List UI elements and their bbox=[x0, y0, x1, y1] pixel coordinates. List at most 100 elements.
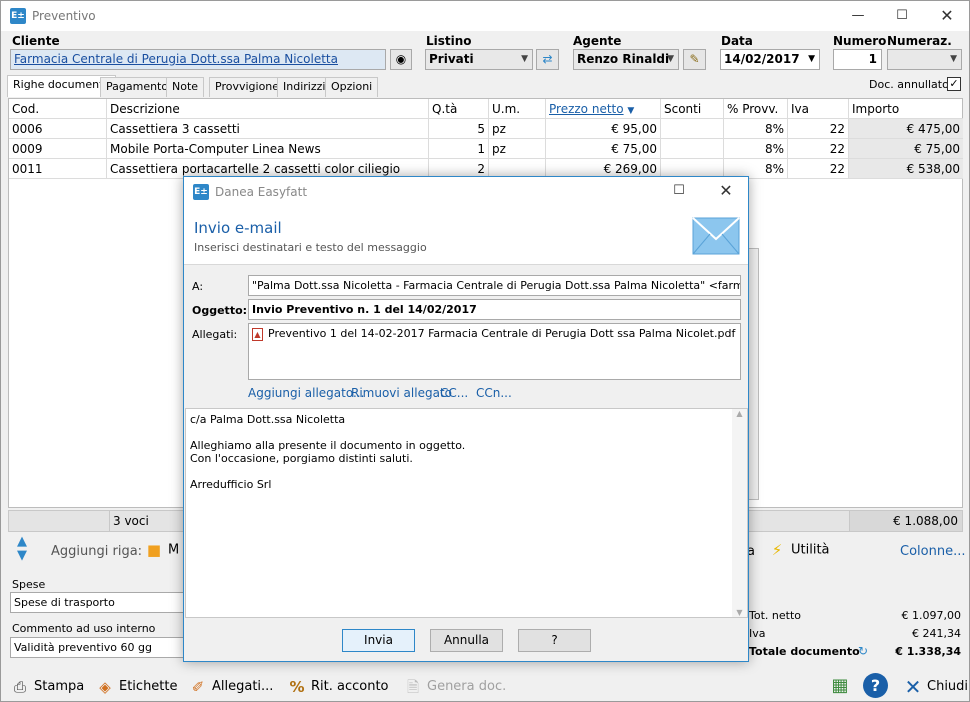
genera-doc-button[interactable]: 🗎 Genera doc. bbox=[403, 674, 506, 700]
col-header-importo[interactable]: Importo bbox=[849, 99, 963, 119]
body-line: Con l'occasione, porgiamo distinti salut… bbox=[190, 452, 413, 465]
data-value: 14/02/2017 bbox=[724, 52, 800, 66]
message-body[interactable]: c/a Palma Dott.ssa Nicoletta Alleghiamo … bbox=[185, 408, 748, 618]
rimuovi-allegato-link[interactable]: Rimuovi allegato bbox=[351, 386, 452, 400]
message-scrollbar[interactable]: ▲ ▼ bbox=[732, 409, 747, 617]
spese-field[interactable]: Spese di trasporto bbox=[10, 592, 190, 613]
cell-qta[interactable]: 1 bbox=[429, 139, 489, 159]
commento-label: Commento ad uso interno bbox=[12, 622, 156, 635]
paperclip-icon: ✐ bbox=[191, 677, 205, 696]
tot-netto-label: Tot. netto bbox=[749, 609, 801, 622]
close-icon[interactable]: ✕ bbox=[711, 180, 741, 202]
sort-down-icon: ▼ bbox=[627, 106, 635, 116]
etichette-button[interactable]: ◈ Etichette bbox=[95, 674, 177, 700]
col-header-provv[interactable]: % Provv. bbox=[724, 99, 788, 119]
stampa-label: Stampa bbox=[34, 679, 85, 694]
envelope-icon bbox=[692, 217, 740, 258]
cell-descrizione[interactable]: Cassettiera 3 cassetti bbox=[107, 119, 429, 139]
listino-select[interactable]: Privati ▼ bbox=[425, 49, 533, 70]
invia-button[interactable]: Invia bbox=[342, 629, 415, 652]
cell-importo: € 475,00 bbox=[849, 119, 963, 139]
rit-acconto-button[interactable]: % Rit. acconto bbox=[287, 674, 388, 700]
cell-prezzo[interactable]: € 95,00 bbox=[546, 119, 661, 139]
agente-select[interactable]: Renzo Rinaldi ▼ bbox=[573, 49, 679, 70]
to-field[interactable]: "Palma Dott.ssa Nicoletta - Farmacia Cen… bbox=[248, 275, 741, 296]
help-button[interactable]: ? bbox=[518, 629, 591, 652]
cell-iva[interactable]: 22 bbox=[788, 119, 849, 139]
cell-sconti[interactable] bbox=[661, 139, 724, 159]
iva-value: € 241,34 bbox=[912, 627, 961, 640]
chevron-down-icon: ▼ bbox=[667, 54, 674, 64]
iva-label: Iva bbox=[749, 627, 766, 640]
col-header-um[interactable]: U.m. bbox=[489, 99, 546, 119]
maximize-icon[interactable]: ☐ bbox=[887, 5, 917, 27]
cell-provv[interactable]: 8% bbox=[724, 139, 788, 159]
help-icon[interactable]: ? bbox=[863, 673, 888, 698]
cell-um[interactable]: pz bbox=[489, 119, 546, 139]
col-header-prezzo-netto[interactable]: Prezzo netto ▼ bbox=[546, 99, 661, 119]
tab-note[interactable]: Note bbox=[166, 77, 205, 97]
cell-iva[interactable]: 22 bbox=[788, 139, 849, 159]
stampa-button[interactable]: ⎙ Stampa bbox=[10, 674, 84, 700]
tab-provvigione[interactable]: Provvigione bbox=[209, 77, 286, 97]
cell-cod[interactable]: 0006 bbox=[9, 119, 107, 139]
body-line bbox=[190, 426, 465, 439]
cell-prezzo[interactable]: € 75,00 bbox=[546, 139, 661, 159]
chiudi-button[interactable]: ✕ Chiudi bbox=[903, 674, 968, 700]
move-rows-icon[interactable]: ▲ ▼ bbox=[13, 535, 31, 567]
cell-cod[interactable]: 0011 bbox=[9, 159, 107, 179]
cell-iva[interactable]: 22 bbox=[788, 159, 849, 179]
add-item-button[interactable]: ■ M bbox=[144, 540, 179, 560]
listino-label: Listino bbox=[426, 34, 472, 48]
cell-descrizione[interactable]: Mobile Porta-Computer Linea News bbox=[107, 139, 429, 159]
col-header-iva[interactable]: Iva bbox=[788, 99, 849, 119]
cell-cod[interactable]: 0009 bbox=[9, 139, 107, 159]
annulla-button[interactable]: Annulla bbox=[430, 629, 503, 652]
binoculars-icon[interactable]: ◉ bbox=[390, 49, 412, 70]
title-bar: E± Preventivo — ☐ ✕ bbox=[1, 1, 969, 31]
listino-value: Privati bbox=[429, 52, 474, 66]
dialog-title-bar: E± Danea Easyfatt ☐ ✕ bbox=[184, 177, 748, 207]
col-header-sconti[interactable]: Sconti bbox=[661, 99, 724, 119]
doc-annullato-checkbox[interactable]: ✓ bbox=[947, 77, 961, 91]
colonne-link[interactable]: Colonne... bbox=[900, 544, 965, 559]
scroll-up-icon[interactable]: ▲ bbox=[732, 409, 747, 418]
oggetto-label: Oggetto: bbox=[192, 304, 248, 317]
cell-qta[interactable]: 5 bbox=[429, 119, 489, 139]
maximize-icon[interactable]: ☐ bbox=[664, 180, 694, 202]
cliente-field[interactable]: Farmacia Centrale di Perugia Dott.ssa Pa… bbox=[10, 49, 386, 70]
numeraz-select[interactable]: ▼ bbox=[887, 49, 962, 70]
cc-link[interactable]: CC... bbox=[440, 386, 468, 400]
col-header-cod[interactable]: Cod. bbox=[9, 99, 107, 119]
close-icon[interactable]: ✕ bbox=[932, 5, 962, 27]
row-count: 3 voci bbox=[109, 511, 189, 531]
aggiungi-allegato-link[interactable]: Aggiungi allegato... bbox=[248, 386, 364, 400]
data-label: Data bbox=[721, 34, 753, 48]
attachments-box[interactable]: ▲ Preventivo 1 del 14-02-2017 Farmacia C… bbox=[248, 323, 741, 380]
ccn-link[interactable]: CCn... bbox=[476, 386, 512, 400]
attachment-item[interactable]: Preventivo 1 del 14-02-2017 Farmacia Cen… bbox=[268, 327, 735, 340]
body-line: Alleghiamo alla presente il documento in… bbox=[190, 439, 466, 452]
tab-pagamento[interactable]: Pagamento bbox=[100, 77, 175, 97]
col-header-descrizione[interactable]: Descrizione bbox=[107, 99, 429, 119]
allegati-label: Allegati: bbox=[192, 328, 238, 341]
cell-sconti[interactable] bbox=[661, 119, 724, 139]
minimize-icon[interactable]: — bbox=[843, 5, 873, 27]
data-field[interactable]: 14/02/2017 ▼ bbox=[720, 49, 820, 70]
calculator-icon[interactable]: ▦ bbox=[829, 674, 851, 698]
totale-documento-label: Totale documento bbox=[749, 645, 860, 658]
cell-um[interactable]: pz bbox=[489, 139, 546, 159]
subject-field[interactable]: Invio Preventivo n. 1 del 14/02/2017 bbox=[248, 299, 741, 320]
utilita-button[interactable]: ⚡ Utilità bbox=[767, 540, 830, 560]
aggiungi-riga-label: Aggiungi riga: bbox=[51, 544, 143, 559]
allegati-button[interactable]: ✐ Allegati... bbox=[188, 674, 274, 700]
numero-field[interactable]: 1 bbox=[833, 49, 882, 70]
refresh-icon[interactable]: ⇄ bbox=[536, 49, 559, 70]
commento-field[interactable]: Validità preventivo 60 gg bbox=[10, 637, 190, 658]
edit-note-icon[interactable]: ✎ bbox=[683, 49, 706, 70]
col-header-qta[interactable]: Q.tà bbox=[429, 99, 489, 119]
tab-indirizzi[interactable]: Indirizzi bbox=[277, 77, 332, 97]
scroll-down-icon[interactable]: ▼ bbox=[732, 608, 747, 617]
tab-opzioni[interactable]: Opzioni bbox=[325, 77, 379, 97]
cell-provv[interactable]: 8% bbox=[724, 119, 788, 139]
